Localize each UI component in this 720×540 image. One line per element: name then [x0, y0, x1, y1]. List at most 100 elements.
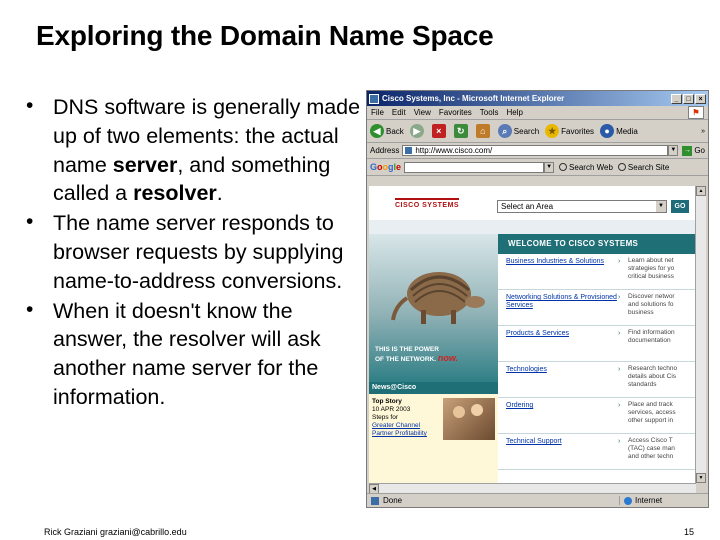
zone-label: Internet [635, 496, 663, 505]
menu-bar: File Edit View Favorites Tools Help ⚑ [367, 106, 708, 120]
scroll-down-icon[interactable]: ▼ [696, 473, 706, 483]
vertical-scrollbar[interactable]: ▲ ▼ [695, 186, 706, 483]
link-description: Access Cisco T (TAC) case man and other … [628, 437, 675, 460]
search-site-label: Search Site [627, 162, 670, 172]
maximize-icon[interactable]: □ [683, 93, 694, 104]
news-panel: News@Cisco Top Story 10 APR 2003 Steps f… [369, 382, 498, 483]
link-ordering[interactable]: Ordering [498, 398, 618, 433]
top-story-date: 10 APR 2003 [372, 406, 411, 413]
bullet-icon: • [26, 297, 34, 321]
menu-file[interactable]: File [371, 108, 384, 117]
chevron-right-icon: › [618, 366, 621, 373]
page-done-icon [371, 496, 379, 505]
google-dropdown-icon[interactable]: ▼ [544, 161, 555, 173]
browser-window-screenshot: Cisco Systems, Inc - Microsoft Internet … [366, 90, 709, 508]
address-dropdown-icon[interactable]: ▼ [668, 145, 679, 156]
top-story-link-2[interactable]: Partner Profitability [372, 430, 442, 438]
area-go-button[interactable]: GO [671, 200, 689, 213]
search-web-label: Search Web [569, 162, 613, 172]
bullet-icon: • [26, 210, 34, 234]
cisco-logo[interactable]: CISCO SYSTEMS [395, 197, 460, 209]
list-item: Technical Support › Access Cisco T (TAC)… [498, 434, 696, 470]
top-story: Top Story 10 APR 2003 Steps for Greater … [372, 398, 442, 438]
scroll-up-icon[interactable]: ▲ [696, 186, 706, 196]
home-icon: ⌂ [475, 124, 490, 138]
list-item: Products & Services › Find information d… [498, 326, 696, 362]
footer-credit: Rick Graziani graziani@cabrillo.edu [44, 527, 187, 537]
address-input[interactable]: http://www.cisco.com/ [402, 145, 669, 156]
status-text: Done [383, 496, 403, 505]
menu-edit[interactable]: Edit [392, 108, 406, 117]
link-description: Research techno details about Cis standa… [628, 365, 678, 388]
header-band [369, 220, 696, 234]
search-web-button[interactable]: Search Web [559, 163, 613, 172]
link-description: Find information documentation [628, 329, 675, 344]
news-tab[interactable]: News@Cisco [369, 382, 498, 394]
address-bar: Address http://www.cisco.com/ ▼ → Go [367, 143, 708, 159]
search-icon: ⌕ [497, 124, 512, 138]
top-story-line-1: Steps for [372, 414, 399, 421]
page-number: 15 [683, 527, 694, 537]
web-page-viewport: CISCO SYSTEMS Select an Area ▼ GO THIS IS… [369, 186, 696, 483]
search-site-button[interactable]: Search Site [617, 162, 670, 172]
bullet-item-2: • The name server responds to browser re… [26, 209, 362, 295]
menu-help[interactable]: Help [506, 108, 522, 117]
ie-app-icon [369, 93, 379, 104]
magnifier-icon [617, 163, 626, 171]
slide-title: Exploring the Domain Name Space [36, 20, 494, 51]
menu-view[interactable]: View [414, 108, 431, 117]
chevron-right-icon: › [618, 258, 621, 265]
search-button[interactable]: ⌕ Search [497, 124, 540, 138]
chevron-right-icon: › [618, 438, 621, 445]
address-value: http://www.cisco.com/ [415, 146, 493, 155]
back-button[interactable]: ◀ Back [370, 124, 404, 138]
star-icon: ★ [545, 124, 560, 138]
favorites-button[interactable]: ★ Favorites [545, 124, 594, 138]
media-button[interactable]: ● Media [600, 124, 638, 138]
favorites-label: Favorites [561, 126, 595, 136]
go-label: Go [694, 146, 705, 155]
bullet-text: . [216, 181, 223, 206]
link-products-services[interactable]: Products & Services [498, 326, 618, 361]
forward-button[interactable]: ▶ [409, 124, 426, 138]
media-label: Media [616, 126, 638, 136]
area-select[interactable]: Select an Area ▼ [497, 200, 667, 213]
minimize-icon[interactable]: _ [671, 93, 682, 104]
close-icon[interactable]: × [695, 93, 706, 104]
search-label: Search [513, 126, 540, 136]
top-story-title: Top Story [372, 398, 402, 405]
link-technical-support[interactable]: Technical Support [498, 434, 618, 469]
stop-button[interactable]: × [431, 124, 448, 138]
link-networking-solutions[interactable]: Networking Solutions & Provisioned Servi… [498, 290, 618, 325]
top-story-link-1[interactable]: Greater Channel [372, 422, 442, 430]
link-business-industries[interactable]: Business Industries & Solutions [498, 254, 618, 289]
list-item: Ordering › Place and track services, acc… [498, 398, 696, 434]
google-search-input[interactable] [404, 161, 545, 173]
window-title: Cisco Systems, Inc - Microsoft Internet … [382, 94, 565, 103]
home-button[interactable]: ⌂ [475, 124, 492, 138]
google-toolbar: Google ▼ Search Web Search Site [367, 159, 708, 176]
link-technologies[interactable]: Technologies [498, 362, 618, 397]
windows-logo-icon: ⚑ [688, 106, 704, 119]
refresh-button[interactable]: ↻ [453, 124, 470, 138]
link-description: Learn about net strategies for yo critic… [628, 257, 675, 280]
list-item: Technologies › Research techno details a… [498, 362, 696, 398]
hero-banner[interactable]: THIS IS THE POWER OF THE NETWORK. now. [369, 234, 498, 382]
menu-favorites[interactable]: Favorites [439, 108, 472, 117]
back-arrow-icon: ◀ [370, 124, 384, 138]
window-titlebar[interactable]: Cisco Systems, Inc - Microsoft Internet … [367, 91, 708, 106]
welcome-heading: WELCOME TO CISCO SYSTEMS [498, 234, 696, 254]
toolbar-chevron-icon[interactable]: » [701, 128, 705, 135]
menu-tools[interactable]: Tools [480, 108, 499, 117]
toolbar: ◀ Back ▶ × ↻ ⌂ ⌕ Search ★ Favorites ● Media … [367, 120, 708, 143]
bullet-text: When it doesn't know the answer, the res… [53, 298, 321, 409]
bullet-bold-text: resolver [133, 181, 217, 206]
power-line-2: OF THE NETWORK. [375, 356, 437, 363]
bullet-item-3: • When it doesn't know the answer, the r… [26, 297, 362, 412]
google-logo: Google [370, 162, 402, 172]
address-label: Address [370, 146, 400, 155]
refresh-icon: ↻ [453, 124, 468, 138]
status-bar: Done Internet [367, 493, 708, 507]
go-button[interactable]: → Go [682, 145, 705, 156]
forward-arrow-icon: ▶ [409, 124, 424, 138]
